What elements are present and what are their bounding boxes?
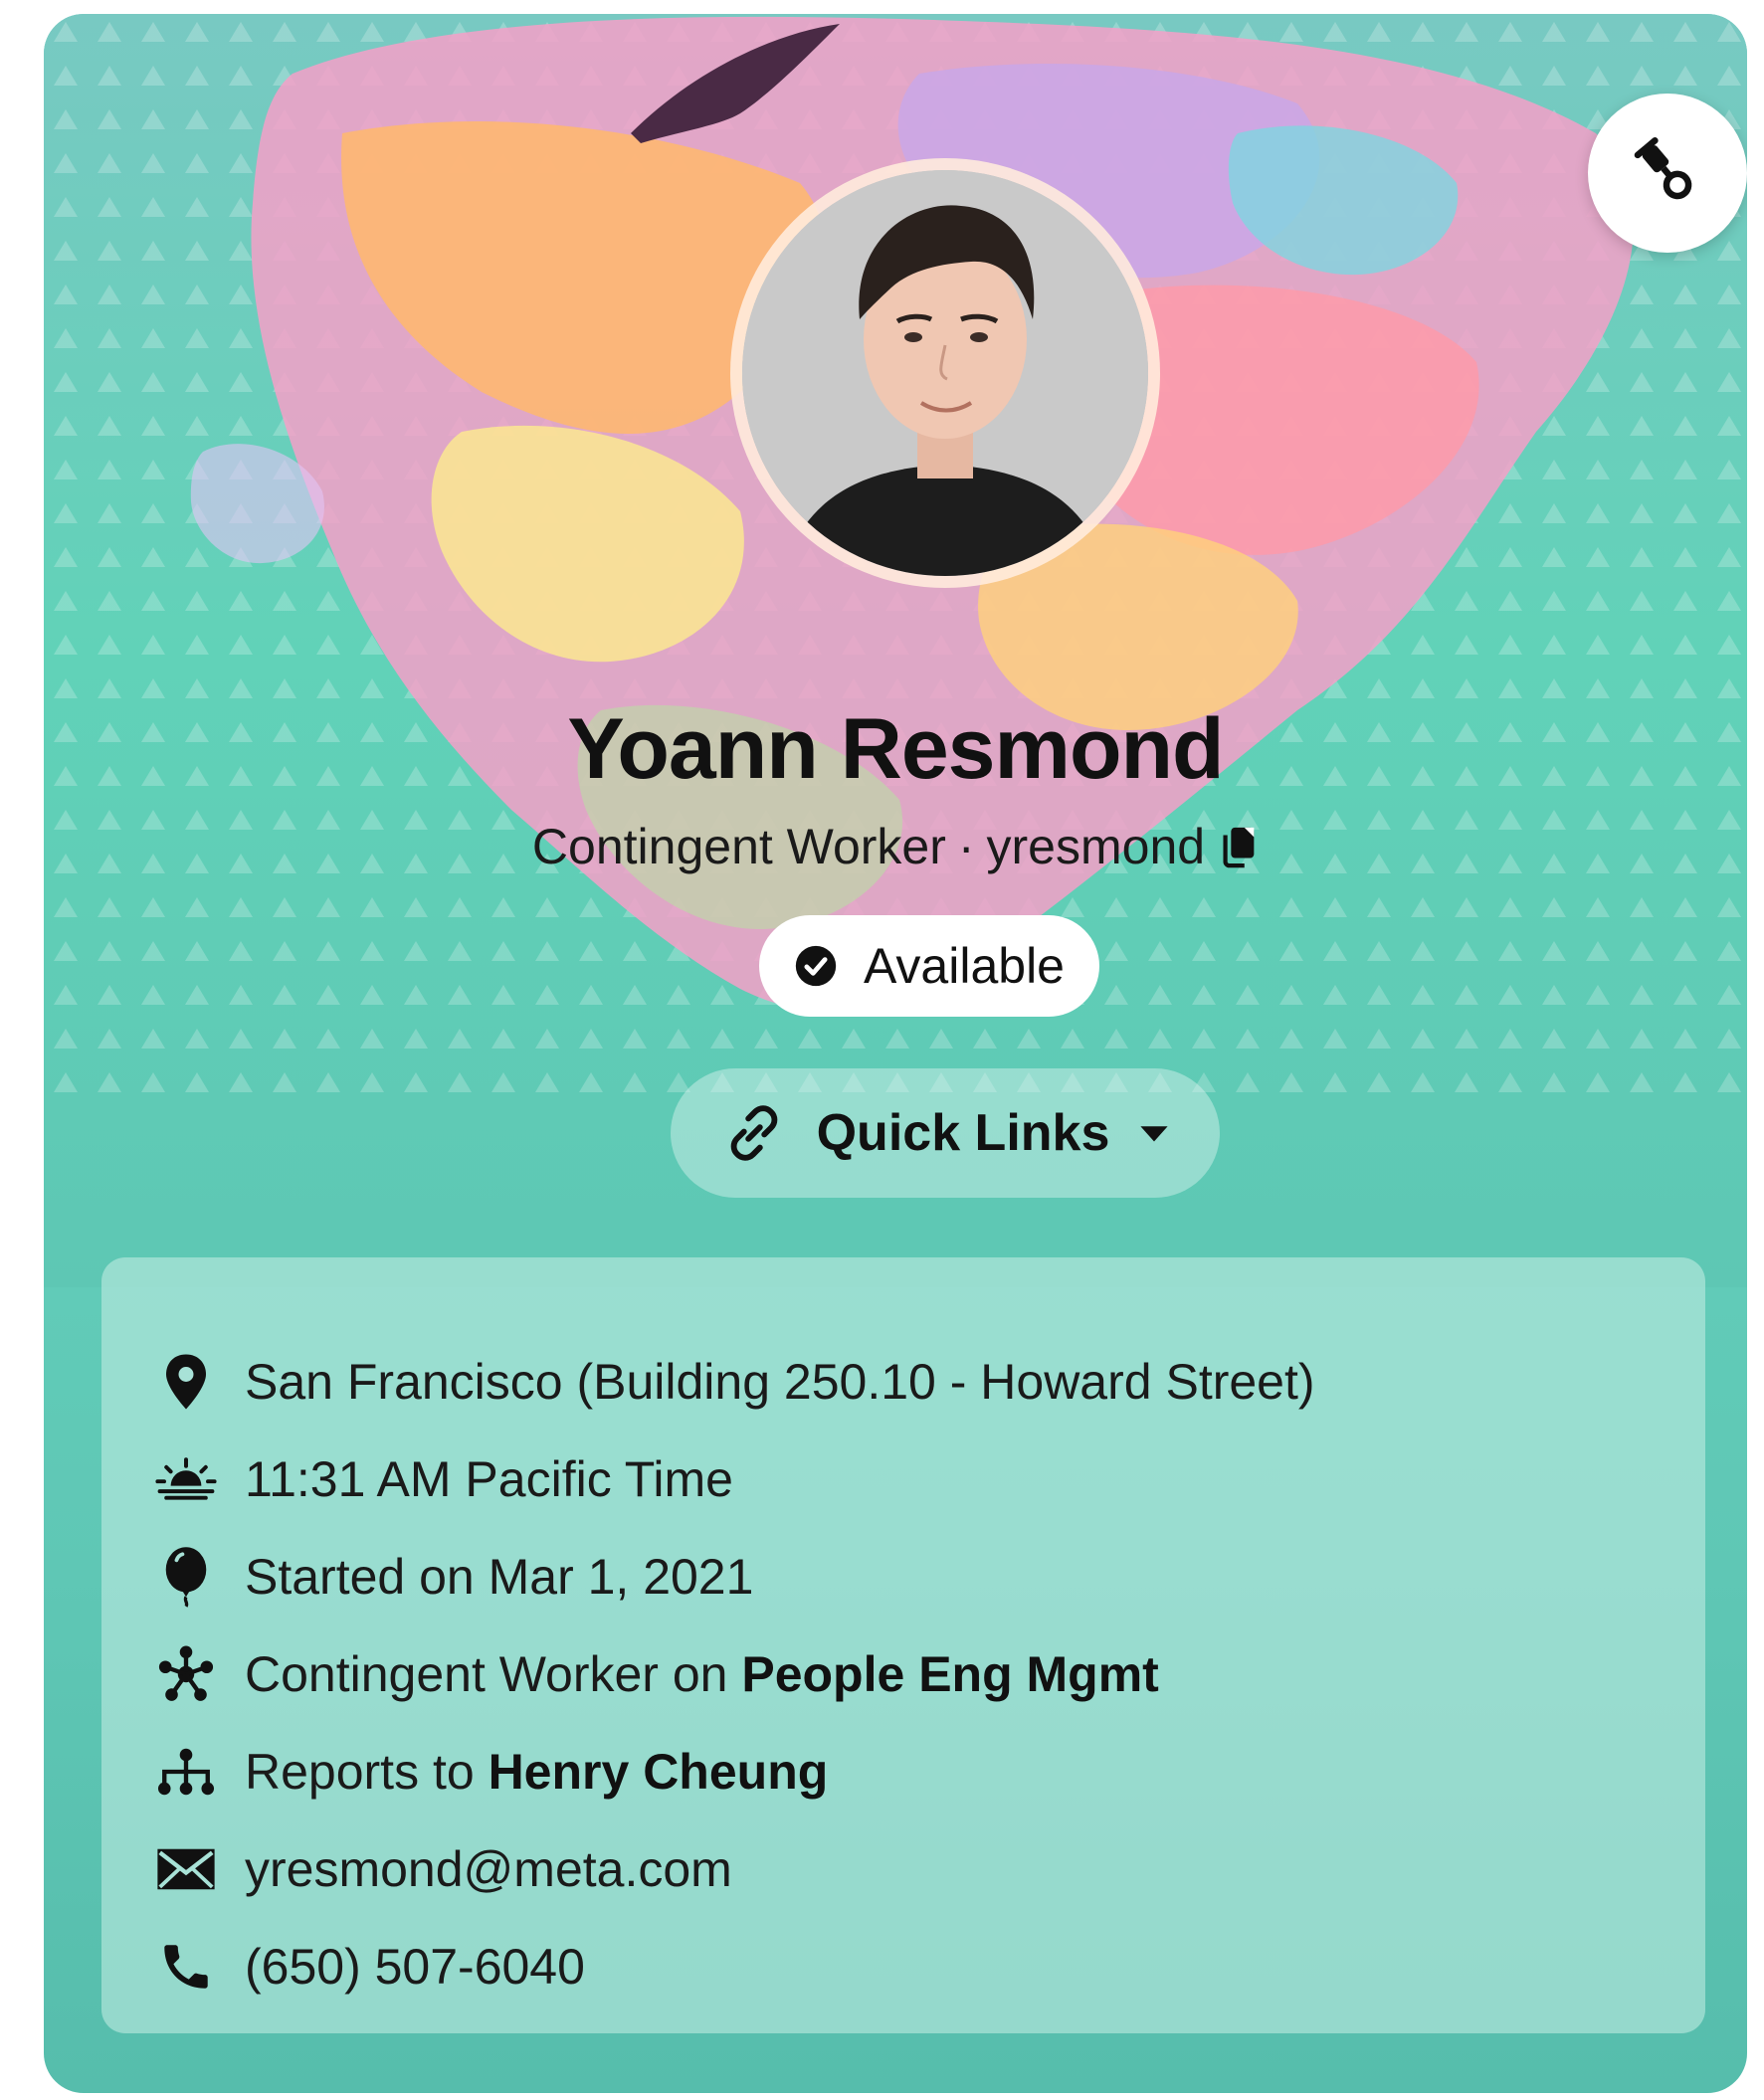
profile-username: yresmond (986, 819, 1206, 874)
phone-link[interactable]: (650) 507-6040 (245, 1938, 585, 1996)
team-hub-icon (155, 1643, 217, 1705)
time-text: 11:31 AM Pacific Time (245, 1451, 733, 1507)
phone-row: (650) 507-6040 (155, 1932, 585, 2002)
caret-down-icon (1140, 1126, 1168, 1142)
quick-links-button[interactable]: Quick Links (671, 1068, 1220, 1198)
check-circle-icon (795, 945, 837, 987)
team-link[interactable]: People Eng Mgmt (741, 1645, 1158, 1703)
status-label: Available (863, 938, 1065, 994)
start-date-text: Started on Mar 1, 2021 (245, 1549, 754, 1605)
link-icon (730, 1105, 777, 1161)
theme-button[interactable] (1588, 94, 1747, 253)
org-chart-icon (155, 1741, 217, 1803)
phone-icon (155, 1936, 217, 1998)
avatar[interactable] (742, 170, 1148, 576)
email-link[interactable]: yresmond@meta.com (245, 1840, 732, 1898)
avatar-ring (730, 158, 1160, 588)
profile-role: Contingent Worker (531, 819, 946, 874)
profile-name: Yoann Resmond (567, 701, 1224, 797)
email-row: yresmond@meta.com (155, 1834, 732, 1904)
copy-icon[interactable] (1219, 824, 1259, 869)
paintbrush-icon (1634, 137, 1692, 200)
status-button[interactable]: Available (759, 915, 1099, 1017)
balloon-icon (155, 1546, 217, 1608)
team-row: Contingent Worker on People Eng Mgmt (155, 1639, 1159, 1709)
map-pin-icon (155, 1351, 217, 1413)
location-text: San Francisco (Building 250.10 - Howard … (245, 1354, 1315, 1410)
team-prefix: Contingent Worker on (245, 1646, 728, 1702)
avatar-photo (742, 170, 1148, 576)
profile-subtitle: Contingent Worker · yresmond (44, 818, 1747, 875)
sunrise-icon (155, 1448, 217, 1510)
reports-prefix: Reports to (245, 1744, 475, 1800)
envelope-icon (155, 1838, 217, 1900)
reports-row: Reports to Henry Cheung (155, 1737, 828, 1807)
profile-card: Yoann Resmond Contingent Worker · yresmo… (44, 14, 1747, 2093)
start-date-row: Started on Mar 1, 2021 (155, 1542, 753, 1612)
subtitle-separator: · (957, 819, 975, 874)
quick-links-label: Quick Links (816, 1104, 1110, 1162)
manager-link[interactable]: Henry Cheung (489, 1743, 829, 1801)
location-row: San Francisco (Building 250.10 - Howard … (155, 1347, 1315, 1417)
time-row: 11:31 AM Pacific Time (155, 1444, 733, 1514)
details-panel: San Francisco (Building 250.10 - Howard … (101, 1257, 1705, 2033)
